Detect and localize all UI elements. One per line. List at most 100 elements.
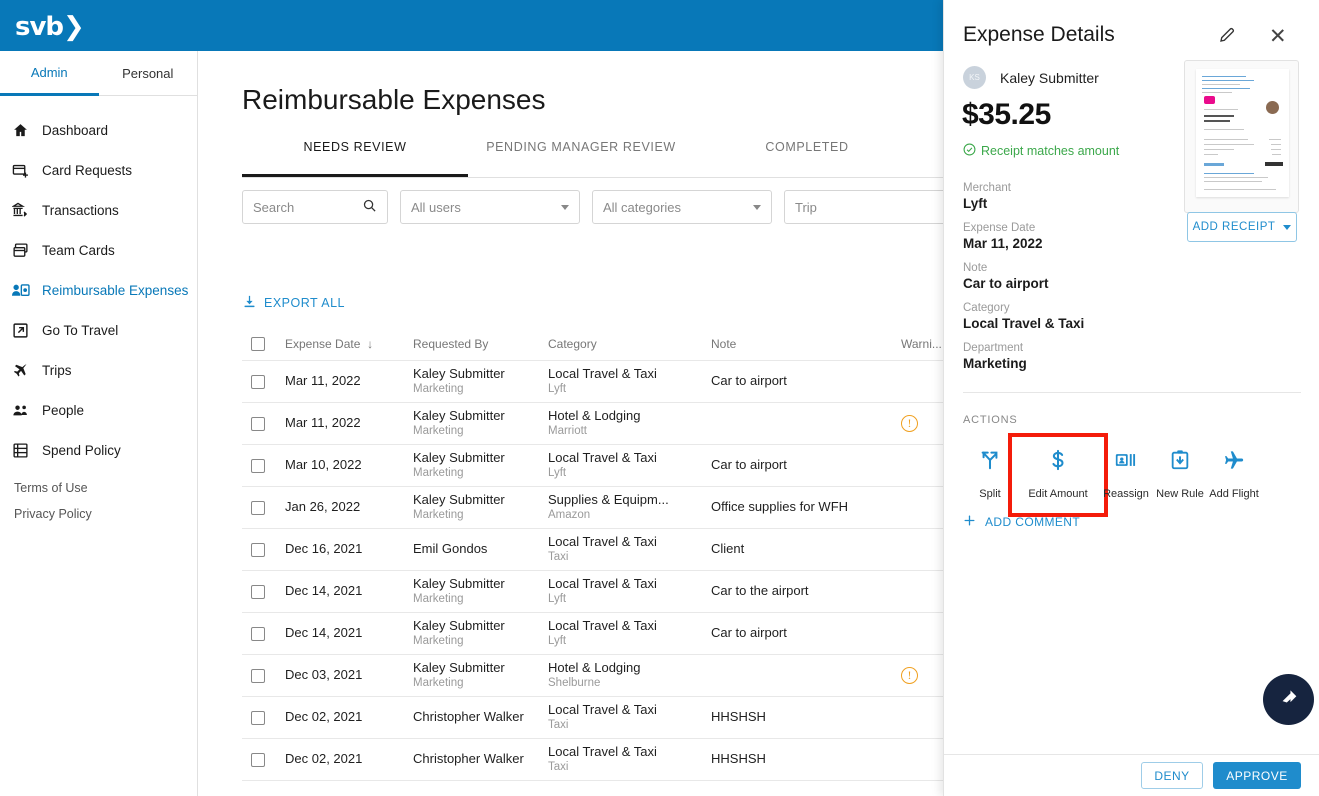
row-checkbox[interactable]	[251, 710, 265, 725]
receipt-thumbnail[interactable]	[1184, 60, 1299, 213]
person-card-icon	[12, 282, 42, 299]
all-users-select[interactable]: All users	[400, 190, 580, 224]
select-all-checkbox[interactable]	[251, 336, 265, 351]
filter-bar: Search All users All categories Trip	[242, 190, 974, 224]
cell-requested-by: Kaley Submitter Marketing	[413, 450, 505, 480]
all-categories-select[interactable]: All categories	[592, 190, 772, 224]
policy-list-icon	[12, 442, 42, 459]
close-icon[interactable]: ✕	[1269, 24, 1287, 49]
all-categories-value: All categories	[603, 199, 682, 215]
sidebar-item-card-requests[interactable]: Card Requests	[0, 150, 197, 190]
add-comment-button[interactable]: ADD COMMENT	[963, 514, 1080, 530]
row-checkbox[interactable]	[251, 626, 265, 641]
column-header-requested-by[interactable]: Requested By	[413, 337, 548, 351]
action-split[interactable]: Split	[963, 437, 1017, 513]
sidebar-item-people[interactable]: People	[0, 390, 197, 430]
cursor-arrow-icon	[1278, 686, 1300, 713]
sidebar-item-transactions[interactable]: Transactions	[0, 190, 197, 230]
cell-category: Local Travel & Taxi Taxi	[548, 534, 657, 564]
cell-expense-date: Dec 16, 2021	[285, 541, 363, 557]
sidebar-item-label: Go To Travel	[42, 322, 119, 338]
add-comment-label: ADD COMMENT	[985, 515, 1081, 529]
tab-completed[interactable]: COMPLETED	[694, 140, 920, 177]
add-receipt-button[interactable]: ADD RECEIPT	[1187, 212, 1297, 242]
deny-button[interactable]: DENY	[1141, 762, 1203, 789]
edit-pencil-icon[interactable]	[1218, 26, 1236, 49]
cell-category: Local Travel & Taxi Lyft	[548, 450, 657, 480]
tab-label: PENDING MANAGER REVIEW	[486, 140, 676, 154]
cell-note: Client	[711, 541, 745, 557]
row-checkbox[interactable]	[251, 752, 265, 767]
action-add-flight[interactable]: Add Flight	[1207, 437, 1261, 513]
tab-label: COMPLETED	[765, 140, 849, 154]
chevron-down-icon	[1283, 224, 1292, 230]
sidebar-item-spend-policy[interactable]: Spend Policy	[0, 430, 197, 470]
search-input[interactable]: Search	[242, 190, 388, 224]
field-label-category: Category	[963, 302, 1010, 314]
action-label: Add Flight	[1209, 488, 1259, 500]
export-all-button[interactable]: EXPORT ALL	[242, 294, 345, 312]
sidebar-item-reimbursable-expenses[interactable]: Reimbursable Expenses	[0, 270, 197, 310]
warning-icon: !	[901, 667, 918, 684]
tab-personal[interactable]: Personal	[99, 51, 198, 96]
cell-expense-date: Mar 10, 2022	[285, 457, 362, 473]
cell-expense-date: Dec 14, 2021	[285, 625, 363, 641]
tab-pending-manager-review[interactable]: PENDING MANAGER REVIEW	[468, 140, 694, 177]
action-edit-amount[interactable]: Edit Amount	[1008, 433, 1108, 517]
help-fab-button[interactable]	[1263, 674, 1314, 725]
column-header-expense-date[interactable]: Expense Date ↓	[285, 337, 413, 351]
cell-expense-date: Mar 11, 2022	[285, 373, 361, 389]
action-label: Edit Amount	[1028, 488, 1088, 500]
submitter-name: Kaley Submitter	[1000, 69, 1099, 86]
row-checkbox[interactable]	[251, 500, 265, 515]
trip-placeholder: Trip	[795, 199, 817, 215]
external-link-icon	[12, 322, 42, 339]
logo-chevron-icon: ❯	[63, 12, 85, 42]
search-icon	[362, 198, 377, 216]
reassign-id-icon	[1115, 449, 1137, 476]
expense-amount: $35.25	[962, 98, 1051, 131]
sidebar-item-dashboard[interactable]: Dashboard	[0, 110, 197, 150]
cell-category: Local Travel & Taxi Lyft	[548, 366, 657, 396]
row-checkbox[interactable]	[251, 668, 265, 683]
sidebar-item-trips[interactable]: Trips	[0, 350, 197, 390]
cell-expense-date: Mar 11, 2022	[285, 415, 361, 431]
row-checkbox[interactable]	[251, 584, 265, 599]
sidebar-item-go-to-travel[interactable]: Go To Travel	[0, 310, 197, 350]
cell-note: Car to airport	[711, 457, 787, 473]
row-checkbox-cell	[242, 374, 285, 389]
cell-requested-by: Kaley Submitter Marketing	[413, 618, 505, 648]
column-header-category[interactable]: Category	[548, 337, 711, 351]
sidebar-item-team-cards[interactable]: Team Cards	[0, 230, 197, 270]
tab-admin[interactable]: Admin	[0, 51, 99, 96]
receipt-match-status: Receipt matches amount	[963, 143, 1119, 159]
row-checkbox[interactable]	[251, 374, 265, 389]
home-icon	[12, 122, 42, 139]
row-checkbox-cell	[242, 668, 285, 683]
field-label-expense-date: Expense Date	[963, 222, 1036, 234]
row-checkbox[interactable]	[251, 542, 265, 557]
row-checkbox[interactable]	[251, 416, 265, 431]
cell-requested-by: Christopher Walker	[413, 751, 524, 767]
new-rule-clipboard-icon	[1169, 449, 1191, 476]
tab-personal-label: Personal	[122, 66, 174, 81]
approve-button[interactable]: APPROVE	[1213, 762, 1301, 789]
cell-note: Car to airport	[711, 373, 787, 389]
receipt-image	[1196, 69, 1289, 197]
tab-needs-review[interactable]: NEEDS REVIEW	[242, 140, 468, 177]
select-all-checkbox-cell	[242, 336, 285, 351]
terms-of-use-link[interactable]: Terms of Use	[14, 481, 92, 495]
action-label: Split	[979, 488, 1001, 500]
export-all-label: EXPORT ALL	[264, 296, 345, 310]
column-header-note[interactable]: Note	[711, 337, 901, 351]
action-reassign[interactable]: Reassign	[1099, 437, 1153, 513]
field-label-note: Note	[963, 262, 988, 274]
sidebar-item-label: Trips	[42, 362, 72, 378]
sidebar-footer-links: Terms of Use Privacy Policy	[14, 481, 92, 533]
row-checkbox[interactable]	[251, 458, 265, 473]
privacy-policy-link[interactable]: Privacy Policy	[14, 507, 92, 521]
cell-requested-by: Christopher Walker	[413, 709, 524, 725]
action-new-rule[interactable]: New Rule	[1153, 437, 1207, 513]
cell-expense-date: Dec 03, 2021	[285, 667, 363, 683]
svb-logo[interactable]: svb❯	[15, 12, 85, 42]
